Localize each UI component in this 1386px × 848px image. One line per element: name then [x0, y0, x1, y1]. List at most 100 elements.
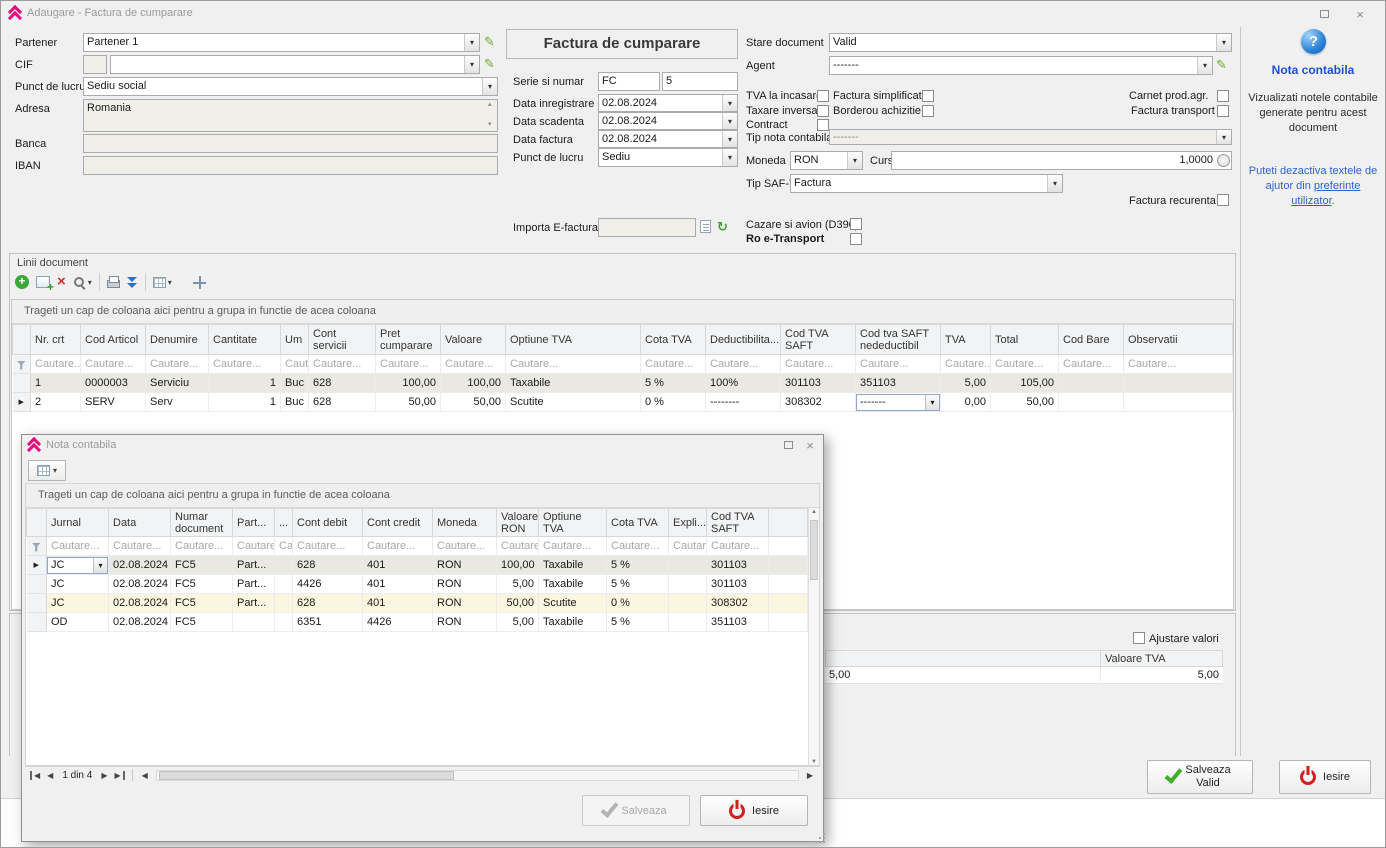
column-header[interactable]: Deductibilita...	[706, 325, 781, 355]
filter-cell[interactable]: Cautare...	[991, 355, 1059, 374]
grid-cell[interactable]: 628	[293, 556, 363, 575]
punct-de-lucru-combo[interactable]: Sediu social ▾	[83, 77, 498, 96]
grid-cell[interactable]: 0000003	[81, 374, 146, 393]
grid-cell[interactable]	[669, 594, 707, 613]
chevron-down-icon[interactable]: ▾	[464, 34, 479, 51]
delete-row-button[interactable]: ×	[57, 275, 66, 289]
close-button[interactable]: ×	[801, 437, 819, 453]
iban-field[interactable]	[83, 156, 498, 175]
grid-cell[interactable]: Buc	[281, 374, 309, 393]
grid-cell[interactable]: 100%	[706, 374, 781, 393]
grid-cell[interactable]: 4426	[363, 613, 433, 632]
grid-cell[interactable]: SERV	[81, 393, 146, 412]
grid-cell[interactable]: FC5	[171, 575, 233, 594]
pager-last-button[interactable]: ▶	[113, 771, 125, 780]
chevron-down-icon[interactable]: ▾	[722, 95, 737, 111]
filter-row-icon[interactable]	[13, 355, 31, 374]
grid-cell[interactable]: 351103	[856, 374, 941, 393]
grid-cell[interactable]: 02.08.2024	[109, 613, 171, 632]
filter-cell[interactable]: Cautare...	[31, 355, 81, 374]
column-header[interactable]: Cod Bare	[1059, 325, 1124, 355]
grid-cell[interactable]: Taxabile	[539, 613, 607, 632]
grid-cell[interactable]: FC5	[171, 594, 233, 613]
grid-cell[interactable]: 628	[309, 393, 376, 412]
add-row-button[interactable]: +	[15, 275, 29, 289]
grid-cell[interactable]: 0 %	[641, 393, 706, 412]
filter-cell[interactable]: Cautare...	[607, 537, 669, 556]
data-inregistrare-picker[interactable]: 02.08.2024 ▾	[598, 94, 738, 112]
chevron-down-icon[interactable]: ▾	[1197, 57, 1212, 74]
pager-next-button[interactable]: ▶	[99, 771, 109, 780]
chevron-down-icon[interactable]: ▾	[847, 152, 862, 169]
scroll-down-icon[interactable]: ▾	[488, 120, 492, 128]
agent-combo[interactable]: ------- ▾	[829, 56, 1213, 75]
grid-cell[interactable]: Taxabile	[506, 374, 641, 393]
grid-cell[interactable]: 50,00	[497, 594, 539, 613]
dialog-titlebar[interactable]: Nota contabila ×	[22, 435, 823, 457]
factura-recurenta-checkbox[interactable]	[1217, 194, 1229, 206]
chevron-down-icon[interactable]: ▾	[722, 149, 737, 166]
grid-cell[interactable]: 5 %	[607, 613, 669, 632]
scrollbar-thumb[interactable]	[810, 520, 818, 580]
ro-etransport-checkbox[interactable]	[850, 233, 862, 245]
cell-combo-editor[interactable]: -------▾	[856, 393, 941, 412]
grid-cell[interactable]: FC5	[171, 556, 233, 575]
chevron-down-icon[interactable]: ▾	[482, 78, 497, 95]
grid-cell[interactable]: RON	[433, 613, 497, 632]
grid-row[interactable]: ▶2SERVServ1Buc62850,0050,00Scutite0 %---…	[13, 393, 1233, 412]
grid-cell[interactable]	[233, 613, 275, 632]
grid-cell[interactable]: 5,00	[497, 575, 539, 594]
grid-cell[interactable]: 02.08.2024	[109, 594, 171, 613]
grid-cell[interactable]: JC	[47, 575, 109, 594]
ajustare-valori-checkbox[interactable]	[1133, 632, 1145, 644]
filter-cell[interactable]: Cautare...	[233, 537, 275, 556]
grid-cell[interactable]: RON	[433, 594, 497, 613]
grid-cell[interactable]	[275, 556, 293, 575]
maximize-button[interactable]	[779, 437, 797, 453]
column-header[interactable]: Total	[991, 325, 1059, 355]
scrollbar-thumb[interactable]	[159, 771, 454, 780]
grid-cell[interactable]	[1059, 374, 1124, 393]
column-header[interactable]: Part...	[233, 509, 275, 537]
filter-cell[interactable]: Cautare...	[433, 537, 497, 556]
column-header[interactable]: Valoare RON	[497, 509, 539, 537]
refresh-efactura-icon[interactable]: ↻	[717, 220, 728, 233]
column-header[interactable]: Nr. crt	[31, 325, 81, 355]
filter-cell[interactable]: Cautare...	[669, 537, 707, 556]
grid-cell[interactable]: 5 %	[607, 556, 669, 575]
column-header[interactable]: Cont debit	[293, 509, 363, 537]
column-header[interactable]: Valoare	[441, 325, 506, 355]
grid-cell[interactable]: 105,00	[991, 374, 1059, 393]
filter-cell[interactable]: Cautare...	[641, 355, 706, 374]
grid-cell[interactable]: 50,00	[991, 393, 1059, 412]
horizontal-scrollbar[interactable]	[156, 770, 799, 781]
grid-cell[interactable]: Buc	[281, 393, 309, 412]
grid-cell[interactable]	[1124, 374, 1233, 393]
tip-nota-contabila-combo[interactable]: ------- ▾	[829, 129, 1232, 145]
grid-cell[interactable]: 628	[293, 594, 363, 613]
filter-cell[interactable]: Cautare...	[856, 355, 941, 374]
column-header[interactable]: Numar document	[171, 509, 233, 537]
column-header[interactable]: Cont credit	[363, 509, 433, 537]
column-header[interactable]: Optiune TVA	[539, 509, 607, 537]
taxare-inversa-checkbox[interactable]	[817, 105, 829, 117]
print-button[interactable]	[107, 276, 120, 288]
filter-cell[interactable]: Cautare...	[363, 537, 433, 556]
column-header[interactable]: Cod Articol	[81, 325, 146, 355]
column-header[interactable]: Um	[281, 325, 309, 355]
filter-cell[interactable]: Cautare...	[781, 355, 856, 374]
filter-cell[interactable]: Cautare...	[707, 537, 769, 556]
grid-cell[interactable]: Serv	[146, 393, 209, 412]
filter-cell[interactable]: Cautare...	[81, 355, 146, 374]
grid-cell[interactable]: Scutite	[539, 594, 607, 613]
grid-cell[interactable]: 50,00	[441, 393, 506, 412]
column-header[interactable]: Cantitate	[209, 325, 281, 355]
column-header[interactable]: Moneda	[433, 509, 497, 537]
search-menu-button[interactable]: ▾	[73, 276, 92, 289]
filter-cell[interactable]: Cautare...	[539, 537, 607, 556]
cif-prefix-field[interactable]	[83, 55, 107, 74]
vertical-scrollbar[interactable]: ▲ ▼	[808, 508, 819, 766]
grid-cell[interactable]: FC5	[171, 613, 233, 632]
grid-cell[interactable]	[275, 613, 293, 632]
banca-field[interactable]	[83, 134, 498, 153]
